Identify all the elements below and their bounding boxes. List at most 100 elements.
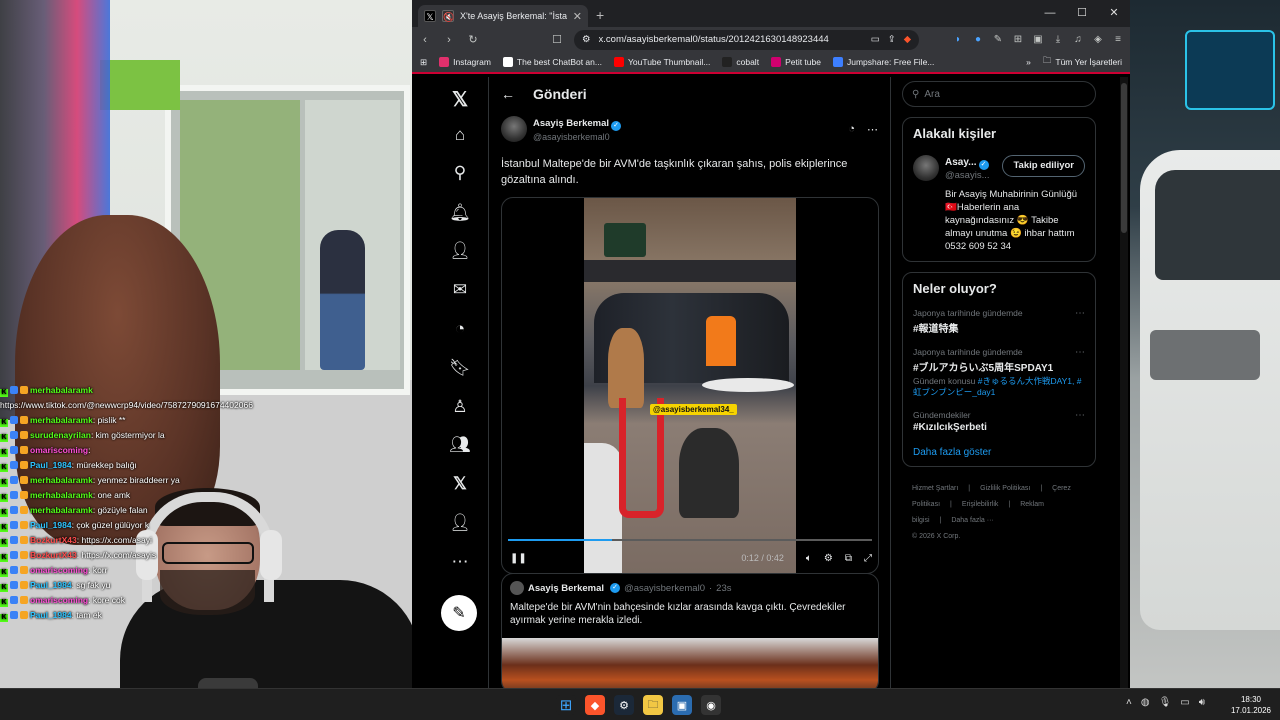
settings-icon[interactable]: ⚙ <box>824 553 833 564</box>
close-window-icon[interactable]: ✕ <box>1098 0 1130 27</box>
brave-browser-icon[interactable]: ◆ <box>585 695 605 715</box>
post-more-icon[interactable]: ⋯ <box>867 123 878 136</box>
author-handle[interactable]: @asayisberkemal0 <box>533 131 621 143</box>
search-icon[interactable]: ⚲ <box>444 157 476 189</box>
bookmark-item[interactable]: Petit tube <box>771 57 821 67</box>
messages-icon[interactable]: ✉ <box>444 274 476 306</box>
related-name[interactable]: Asay... <box>945 157 977 168</box>
chat-username[interactable]: Paul_1984 <box>30 610 72 620</box>
bookmark-item[interactable]: Jumpshare: Free File... <box>832 57 934 67</box>
premium-icon[interactable]: 𝕏 <box>444 468 476 500</box>
scrollbar-thumb[interactable] <box>1121 83 1127 233</box>
all-bookmarks-folder[interactable]: 🗀 Tüm Yer İşaretleri <box>1043 55 1122 69</box>
back-icon[interactable]: ‹ <box>418 34 432 46</box>
more-bookmarks-button[interactable]: » <box>1026 57 1031 67</box>
grok-explain-icon[interactable]: ◔ <box>848 123 855 136</box>
notifications-bell-icon[interactable]: 🔔︎ <box>444 197 476 229</box>
screenshot-icon[interactable]: ▣ <box>1032 34 1044 45</box>
page-scrollbar[interactable] <box>1120 77 1128 688</box>
quoted-post[interactable]: Asayiş Berkemal ✓ @asayisberkemal0 · 23s… <box>501 573 879 688</box>
communities-icon[interactable]: 👥︎ <box>444 429 476 461</box>
video-player[interactable]: @asayisberkemal34_ ❚❚ 0:12 / 0:42 🔈︎ ⚙ ⧉… <box>501 197 879 574</box>
trend-more-icon[interactable]: ⋯ <box>1075 410 1085 421</box>
bookmark-item[interactable]: The best ChatBot an... <box>502 57 602 67</box>
trend-item[interactable]: Japonya tarihinde gündemde #報道特集 ⋯ <box>913 308 1085 335</box>
new-tab-button[interactable]: + <box>596 7 604 23</box>
search-input[interactable]: ⚲ Ara <box>902 81 1096 107</box>
footer-link[interactable]: Hizmet Şartları <box>912 485 958 492</box>
related-avatar[interactable] <box>913 155 939 181</box>
fullscreen-icon[interactable]: ⤢ <box>864 553 872 564</box>
video-frame[interactable]: @asayisberkemal34_ <box>584 198 796 573</box>
author-avatar[interactable] <box>501 116 527 142</box>
audio-icon[interactable]: 🔇 <box>442 10 454 22</box>
file-explorer-icon[interactable]: 🗀 <box>643 695 663 715</box>
bookmark-item[interactable]: cobalt <box>722 57 759 67</box>
show-more-link[interactable]: Daha fazla göster <box>913 447 1085 458</box>
trend-more-icon[interactable]: ⋯ <box>1075 308 1085 319</box>
bookmark-item[interactable]: Instagram <box>439 57 491 67</box>
minimize-icon[interactable]: — <box>1034 0 1066 27</box>
compose-post-button[interactable]: ✎ <box>441 595 477 631</box>
extension-icon[interactable]: ⊞ <box>1012 34 1024 45</box>
x-logo-icon[interactable]: 𝕏 <box>444 83 476 115</box>
back-arrow-icon[interactable]: ← <box>501 86 515 102</box>
brave-shield-icon[interactable]: ◆ <box>904 34 911 45</box>
tray-expand-icon[interactable]: ˄ <box>1126 697 1132 708</box>
media-icon[interactable]: ♫ <box>1072 34 1084 45</box>
video-progress-bar[interactable] <box>508 539 872 541</box>
trend-item[interactable]: Japonya tarihinde gündemde #ブルアカらいぶ5周年SPD… <box>913 347 1085 398</box>
footer-link[interactable]: Erişilebilirlik <box>962 501 999 508</box>
chat-username[interactable]: BozkurtX43 <box>30 535 77 545</box>
more-options-icon[interactable]: ⋯ <box>444 546 476 578</box>
chat-username[interactable]: Paul_1984 <box>30 520 72 530</box>
tray-app-icon[interactable]: ◍ <box>1141 697 1150 708</box>
following-button[interactable]: Takip ediliyor <box>1002 155 1085 177</box>
profile-icon[interactable]: 👤︎ <box>444 507 476 539</box>
forward-icon[interactable]: › <box>442 34 456 46</box>
site-settings-icon[interactable]: ⚙ <box>582 34 591 45</box>
translate-icon[interactable]: ◗ <box>952 34 964 45</box>
chat-username[interactable]: merhabalaramk <box>30 490 93 500</box>
obs-icon[interactable]: ◉ <box>701 695 721 715</box>
network-icon[interactable]: ▭ <box>1180 697 1189 708</box>
quote-media[interactable] <box>502 638 878 688</box>
chat-username[interactable]: surudenayrilan <box>30 430 91 440</box>
chat-username[interactable]: omariscoming <box>30 445 88 455</box>
address-bar[interactable]: ⚙ x.com/asayisberkemal0/status/201242163… <box>574 29 919 50</box>
bookmark-item[interactable]: YouTube Thumbnail... <box>613 57 710 67</box>
maximize-icon[interactable]: ☐ <box>1066 0 1098 27</box>
chat-username[interactable]: merhabalaramk <box>30 385 93 395</box>
footer-link[interactable]: Gizlilik Politikası <box>980 485 1030 492</box>
footer-link[interactable]: Daha fazla ··· <box>951 517 993 524</box>
cast-icon[interactable]: ▭ <box>871 34 880 45</box>
trend-more-icon[interactable]: ⋯ <box>1075 347 1085 358</box>
browser-tab[interactable]: 𝕏 🔇 X'te Asayiş Berkemal: "İstanbul ✕ <box>418 5 588 27</box>
chat-username[interactable]: omariscoming <box>30 565 88 575</box>
home-icon[interactable]: ⌂ <box>444 119 476 151</box>
close-tab-icon[interactable]: ✕ <box>573 10 582 23</box>
wallet-icon[interactable]: ◈ <box>1092 34 1104 45</box>
steam-icon[interactable]: ⚙ <box>614 695 634 715</box>
author-name[interactable]: Asayiş Berkemal <box>533 118 609 129</box>
pip-icon[interactable]: ⧉ <box>845 553 852 564</box>
share-icon[interactable]: ⇪ <box>888 34 896 45</box>
chat-username[interactable]: omariscoming <box>30 595 88 605</box>
menu-icon[interactable]: ≡ <box>1112 34 1124 45</box>
start-menu-icon[interactable]: ⊞ <box>556 695 576 715</box>
reload-icon[interactable]: ↻ <box>466 33 480 46</box>
vpn-icon[interactable]: ● <box>972 34 984 45</box>
related-person[interactable]: Asay... ✓ @asayis... Takip ediliyor <box>913 155 1085 182</box>
follow-icon[interactable]: 👤︎ <box>444 235 476 267</box>
pause-icon[interactable]: ❚❚ <box>510 553 527 564</box>
volume-icon[interactable]: 🔈︎ <box>806 553 812 564</box>
chat-username[interactable]: Paul_1984 <box>30 580 72 590</box>
pen-icon[interactable]: ✎ <box>992 34 1004 45</box>
grok-icon[interactable]: ◔ <box>444 313 476 345</box>
chat-username[interactable]: merhabalaramk <box>30 475 93 485</box>
trend-item[interactable]: Gündemdekiler #KızılcıkŞerbeti ⋯ <box>913 410 1085 433</box>
photos-icon[interactable]: ▣ <box>672 695 692 715</box>
bookmark-icon[interactable]: ☐ <box>550 33 564 46</box>
taskbar-clock[interactable]: 18:30 17.01.2026 <box>1226 694 1276 716</box>
bookmarks-icon[interactable]: 🔖︎ <box>444 352 476 384</box>
